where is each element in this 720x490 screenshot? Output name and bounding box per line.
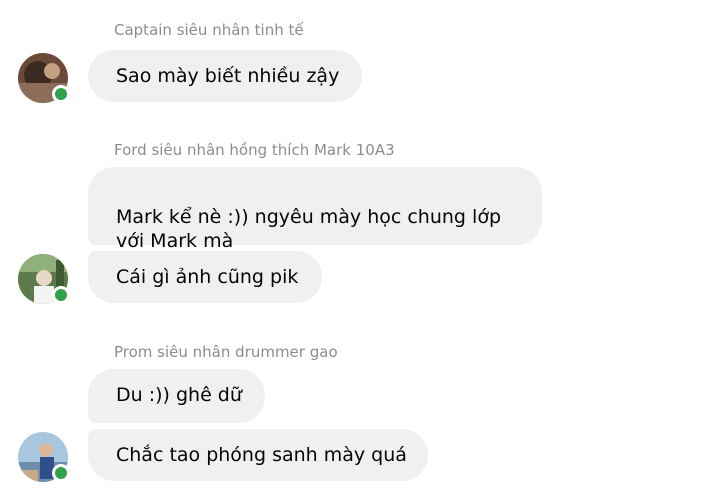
online-status-icon [52,464,70,482]
sender-name-prom: Prom siêu nhân drummer gao [114,343,338,361]
message-text: Mark kể nè :)) ngyêu mày học chung lớp v… [116,206,502,252]
avatar-prom[interactable] [18,432,70,482]
message-bubble[interactable]: Sao mày biết nhiều zậy [88,50,362,102]
online-status-icon [52,85,70,103]
sender-name-captain: Captain siêu nhân tinh tế [114,21,304,39]
online-status-icon [52,286,70,304]
avatar-captain[interactable] [18,53,70,103]
message-bubble[interactable]: Du :)) ghê dữ [88,369,265,423]
avatar-ford[interactable] [18,254,70,304]
message-bubble[interactable]: Cái gì ảnh cũng pik [88,251,322,303]
message-bubble[interactable]: Mark kể nè :)) ngyêu mày học chung lớp v… [88,167,542,252]
sender-name-ford: Ford siêu nhân hồng thích Mark 10A3 [114,141,395,159]
message-bubble[interactable]: Chắc tao phóng sanh mày quá [88,429,428,481]
